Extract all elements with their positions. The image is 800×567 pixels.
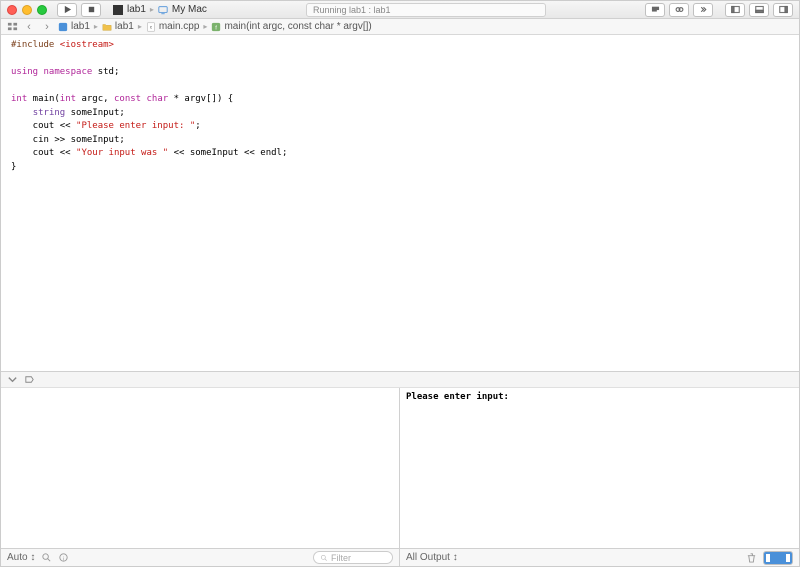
folder-icon xyxy=(102,22,112,32)
scheme-selector[interactable]: lab1 ▸ My Mac xyxy=(113,4,207,15)
console-view[interactable]: Please enter input: xyxy=(400,388,799,548)
chevron-right-icon: ▸ xyxy=(150,5,154,14)
toggle-utilities-button[interactable] xyxy=(773,3,793,17)
version-editor-button[interactable] xyxy=(693,3,713,17)
stop-button[interactable] xyxy=(81,3,101,17)
debug-bottom-bar: Auto ↕ i Filter All Output ↕ xyxy=(1,548,799,566)
show-console-button[interactable] xyxy=(778,552,792,564)
assistant-editor-button[interactable] xyxy=(669,3,689,17)
jump-folder[interactable]: lab1 xyxy=(102,21,134,32)
debug-area: Please enter input: Auto ↕ i Filter All … xyxy=(1,371,799,566)
jump-project[interactable]: lab1 xyxy=(58,21,90,32)
trash-icon[interactable] xyxy=(746,552,757,563)
print-description-icon[interactable]: i xyxy=(58,552,69,563)
target-icon xyxy=(113,5,123,15)
window-controls xyxy=(7,5,47,15)
minimize-window-button[interactable] xyxy=(22,5,32,15)
source-editor[interactable]: #include <iostream> using namespace std;… xyxy=(1,35,799,371)
debug-body: Please enter input: xyxy=(1,388,799,548)
scheme-target-label: lab1 xyxy=(127,4,146,15)
quicklook-icon[interactable] xyxy=(41,552,52,563)
svg-text:c: c xyxy=(150,24,152,29)
variables-filter[interactable]: Filter xyxy=(313,551,393,564)
chevron-right-icon: ▸ xyxy=(203,22,207,31)
toggle-navigator-button[interactable] xyxy=(725,3,745,17)
project-icon xyxy=(58,22,68,32)
show-variables-button[interactable] xyxy=(764,552,778,564)
jump-symbol[interactable]: f main(int argc, const char * argv[]) xyxy=(211,21,371,32)
console-output: Please enter input: xyxy=(406,392,509,402)
close-window-button[interactable] xyxy=(7,5,17,15)
chevron-right-icon: ▸ xyxy=(94,22,98,31)
jump-file[interactable]: c main.cpp xyxy=(146,21,200,32)
xcode-window: lab1 ▸ My Mac Running lab1 : lab1 xyxy=(0,0,800,567)
toggle-debug-area-button[interactable] xyxy=(749,3,769,17)
back-button[interactable]: ‹ xyxy=(22,20,36,34)
variables-view[interactable] xyxy=(1,388,400,548)
console-bottom-bar: All Output ↕ xyxy=(400,549,799,566)
toolbar-right xyxy=(645,3,793,17)
activity-viewer[interactable]: Running lab1 : lab1 xyxy=(306,3,546,17)
filter-icon xyxy=(320,554,328,562)
standard-editor-button[interactable] xyxy=(645,3,665,17)
jump-folder-label: lab1 xyxy=(115,21,134,32)
related-items-icon[interactable] xyxy=(7,21,18,32)
chevron-right-icon: ▸ xyxy=(138,22,142,31)
jump-file-label: main.cpp xyxy=(159,21,200,32)
breakpoints-icon[interactable] xyxy=(24,374,35,385)
jump-bar: ‹ › lab1 ▸ lab1 ▸ c main.cpp ▸ f main(in… xyxy=(1,19,799,35)
hide-debug-icon[interactable] xyxy=(7,374,18,385)
debug-toolbar xyxy=(1,372,799,388)
activity-area: Running lab1 : lab1 xyxy=(211,3,641,17)
activity-text: Running lab1 : lab1 xyxy=(313,5,391,15)
forward-button[interactable]: › xyxy=(40,20,54,34)
auto-scope-selector[interactable]: Auto ↕ xyxy=(7,552,35,563)
function-icon: f xyxy=(211,22,221,32)
zoom-window-button[interactable] xyxy=(37,5,47,15)
run-button[interactable] xyxy=(57,3,77,17)
scheme-device-label: My Mac xyxy=(172,4,207,15)
jump-project-label: lab1 xyxy=(71,21,90,32)
output-scope-selector[interactable]: All Output ↕ xyxy=(406,552,458,563)
filter-placeholder: Filter xyxy=(331,553,351,563)
titlebar: lab1 ▸ My Mac Running lab1 : lab1 xyxy=(1,1,799,19)
device-icon xyxy=(158,5,168,15)
debug-panel-toggle xyxy=(763,551,793,565)
jump-symbol-label: main(int argc, const char * argv[]) xyxy=(224,21,371,32)
cpp-file-icon: c xyxy=(146,22,156,32)
variables-bottom-bar: Auto ↕ i Filter xyxy=(1,549,400,566)
svg-text:i: i xyxy=(63,556,64,562)
